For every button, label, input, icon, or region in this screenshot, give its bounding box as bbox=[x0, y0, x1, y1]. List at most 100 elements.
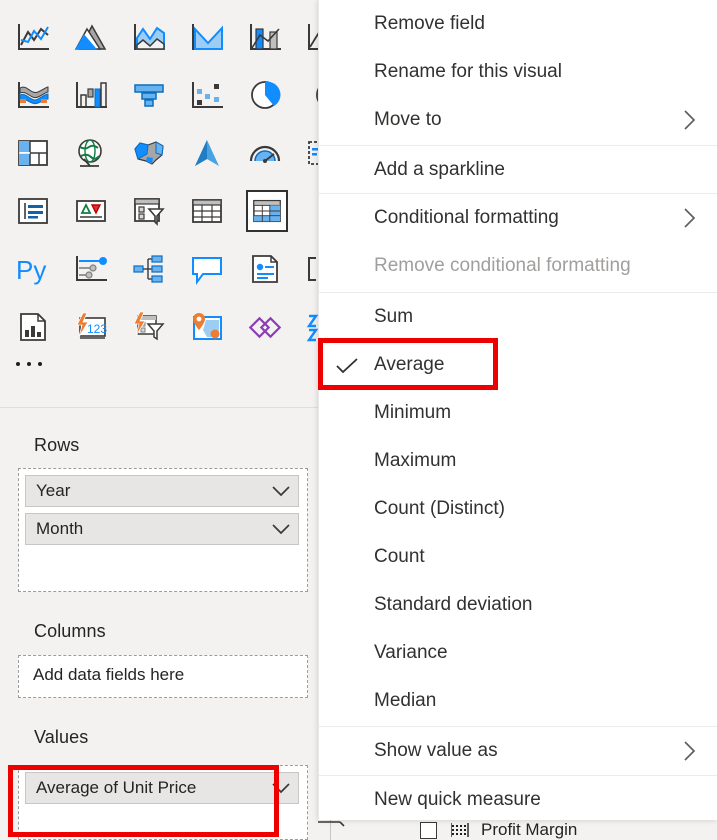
kpi-icon[interactable] bbox=[72, 192, 110, 230]
ellipsis-dot bbox=[16, 362, 20, 366]
rows-dropzone[interactable]: Year Month bbox=[18, 468, 308, 592]
more-visuals-button[interactable] bbox=[16, 352, 42, 376]
slicer-icon[interactable] bbox=[130, 192, 168, 230]
treemap-icon[interactable] bbox=[14, 134, 52, 172]
measure-icon bbox=[447, 823, 473, 837]
gauge-icon[interactable] bbox=[246, 134, 284, 172]
chevron-right-icon bbox=[683, 740, 696, 762]
menu-item-sum[interactable]: Sum bbox=[319, 293, 717, 341]
viz-icon-row: Py bbox=[14, 240, 318, 298]
menu-item-remove-conditional-formatting: Remove conditional formatting bbox=[319, 242, 717, 290]
menu-item-label: Add a sparkline bbox=[374, 159, 505, 180]
field-chip-label: Month bbox=[36, 519, 84, 538]
r-script-visual-icon[interactable] bbox=[72, 250, 110, 288]
visualizations-pane: Py 123 Rows Year Month Columns Add data … bbox=[0, 0, 319, 840]
ribbon-chart-icon[interactable] bbox=[14, 76, 52, 114]
deneb-visual-icon[interactable] bbox=[246, 308, 284, 346]
viz-icon-row bbox=[14, 66, 318, 124]
ellipsis-dot bbox=[27, 362, 31, 366]
menu-item-label: Rename for this visual bbox=[374, 61, 562, 82]
field-chip-average-of-unit-price[interactable]: Average of Unit Price bbox=[25, 772, 299, 804]
chevron-right-icon bbox=[683, 109, 696, 131]
field-chip-label: Average of Unit Price bbox=[36, 778, 197, 797]
viz-icon-row bbox=[14, 8, 318, 66]
menu-item-variance[interactable]: Variance bbox=[319, 629, 717, 677]
field-list-item-profit-margin[interactable]: Profit Margin bbox=[318, 820, 717, 840]
menu-item-count-distinct[interactable]: Count (Distinct) bbox=[319, 485, 717, 533]
rows-well-title: Rows bbox=[34, 435, 80, 455]
stacked-area-chart-icon[interactable] bbox=[130, 18, 168, 56]
menu-item-label: Remove conditional formatting bbox=[374, 255, 631, 276]
python-visual-icon[interactable]: Py bbox=[14, 250, 52, 288]
checkmark-icon bbox=[319, 357, 374, 374]
arcgis-map-icon[interactable] bbox=[188, 308, 226, 346]
menu-item-new-quick-measure[interactable]: New quick measure bbox=[319, 776, 717, 820]
chevron-down-icon[interactable] bbox=[264, 523, 298, 535]
paginated-report-icon[interactable] bbox=[14, 308, 52, 346]
menu-item-average[interactable]: Average bbox=[319, 341, 717, 389]
filled-map-icon[interactable] bbox=[130, 134, 168, 172]
menu-item-rename-for-this-visual[interactable]: Rename for this visual bbox=[319, 48, 717, 96]
menu-item-label: Variance bbox=[374, 642, 448, 663]
menu-item-add-a-sparkline[interactable]: Add a sparkline bbox=[319, 146, 717, 194]
fields-list-background: Profit Margin bbox=[318, 820, 717, 840]
field-chip-year[interactable]: Year bbox=[25, 475, 299, 507]
values-dropzone[interactable]: Average of Unit Price bbox=[18, 765, 308, 840]
field-chip-label: Year bbox=[36, 481, 71, 500]
columns-dropzone-placeholder: Add data fields here bbox=[33, 665, 185, 684]
menu-item-label: Count (Distinct) bbox=[374, 498, 505, 519]
field-context-menu[interactable]: Remove field Rename for this visual Move… bbox=[318, 0, 717, 820]
power-apps-visual-icon[interactable]: 123 bbox=[72, 308, 110, 346]
menu-item-remove-field[interactable]: Remove field bbox=[319, 0, 717, 48]
table-icon[interactable] bbox=[188, 192, 226, 230]
menu-item-maximum[interactable]: Maximum bbox=[319, 437, 717, 485]
area-chart-icon[interactable] bbox=[72, 18, 110, 56]
fields-pane-edge bbox=[318, 820, 348, 840]
menu-item-conditional-formatting[interactable]: Conditional formatting bbox=[319, 194, 717, 242]
filled-area-chart-icon[interactable] bbox=[188, 18, 226, 56]
field-checkbox[interactable] bbox=[420, 821, 437, 839]
field-list-item-label: Profit Margin bbox=[481, 820, 578, 839]
menu-item-label: Median bbox=[374, 690, 437, 711]
smart-narrative-icon[interactable] bbox=[246, 250, 284, 288]
card-icon[interactable] bbox=[304, 134, 318, 172]
menu-item-label: New quick measure bbox=[374, 789, 541, 810]
menu-item-standard-deviation[interactable]: Standard deviation bbox=[319, 581, 717, 629]
decomposition-tree-icon[interactable] bbox=[130, 250, 168, 288]
map-icon[interactable] bbox=[72, 134, 110, 172]
custom-visual-icon[interactable] bbox=[304, 308, 318, 346]
waterfall-chart-icon[interactable] bbox=[72, 76, 110, 114]
azure-map-icon[interactable] bbox=[188, 134, 226, 172]
line-and-stacked-column-chart-icon[interactable] bbox=[246, 18, 284, 56]
menu-item-show-value-as[interactable]: Show value as bbox=[319, 727, 717, 775]
field-chip-month[interactable]: Month bbox=[25, 513, 299, 545]
donut-chart-icon[interactable] bbox=[304, 76, 318, 114]
menu-item-label: Count bbox=[374, 546, 425, 567]
columns-dropzone[interactable]: Add data fields here bbox=[18, 655, 308, 698]
menu-item-label: Maximum bbox=[374, 450, 457, 471]
pie-chart-icon[interactable] bbox=[246, 76, 284, 114]
menu-item-label: Average bbox=[374, 354, 445, 375]
power-automate-visual-icon[interactable] bbox=[130, 308, 168, 346]
metrics-icon[interactable] bbox=[304, 250, 318, 288]
menu-item-label: Standard deviation bbox=[374, 594, 533, 615]
line-chart-icon[interactable] bbox=[14, 18, 52, 56]
menu-item-label: Sum bbox=[374, 306, 414, 327]
menu-item-count[interactable]: Count bbox=[319, 533, 717, 581]
funnel-chart-icon[interactable] bbox=[130, 76, 168, 114]
menu-item-minimum[interactable]: Minimum bbox=[319, 389, 717, 437]
values-well-title: Values bbox=[34, 727, 89, 747]
visualization-type-gallery: Py 123 bbox=[0, 0, 318, 408]
chevron-down-icon[interactable] bbox=[264, 782, 298, 794]
scatter-chart-icon[interactable] bbox=[188, 76, 226, 114]
matrix-icon[interactable] bbox=[246, 190, 288, 232]
menu-item-median[interactable]: Median bbox=[319, 677, 717, 725]
svg-text:123: 123 bbox=[87, 322, 107, 336]
viz-icon-row bbox=[14, 124, 318, 182]
multi-row-card-icon[interactable] bbox=[14, 192, 52, 230]
line-and-clustered-column-chart-icon[interactable] bbox=[304, 18, 318, 56]
menu-item-move-to[interactable]: Move to bbox=[319, 96, 717, 144]
qanda-visual-icon[interactable] bbox=[188, 250, 226, 288]
chevron-down-icon[interactable] bbox=[264, 485, 298, 497]
chevron-right-icon bbox=[683, 207, 696, 229]
